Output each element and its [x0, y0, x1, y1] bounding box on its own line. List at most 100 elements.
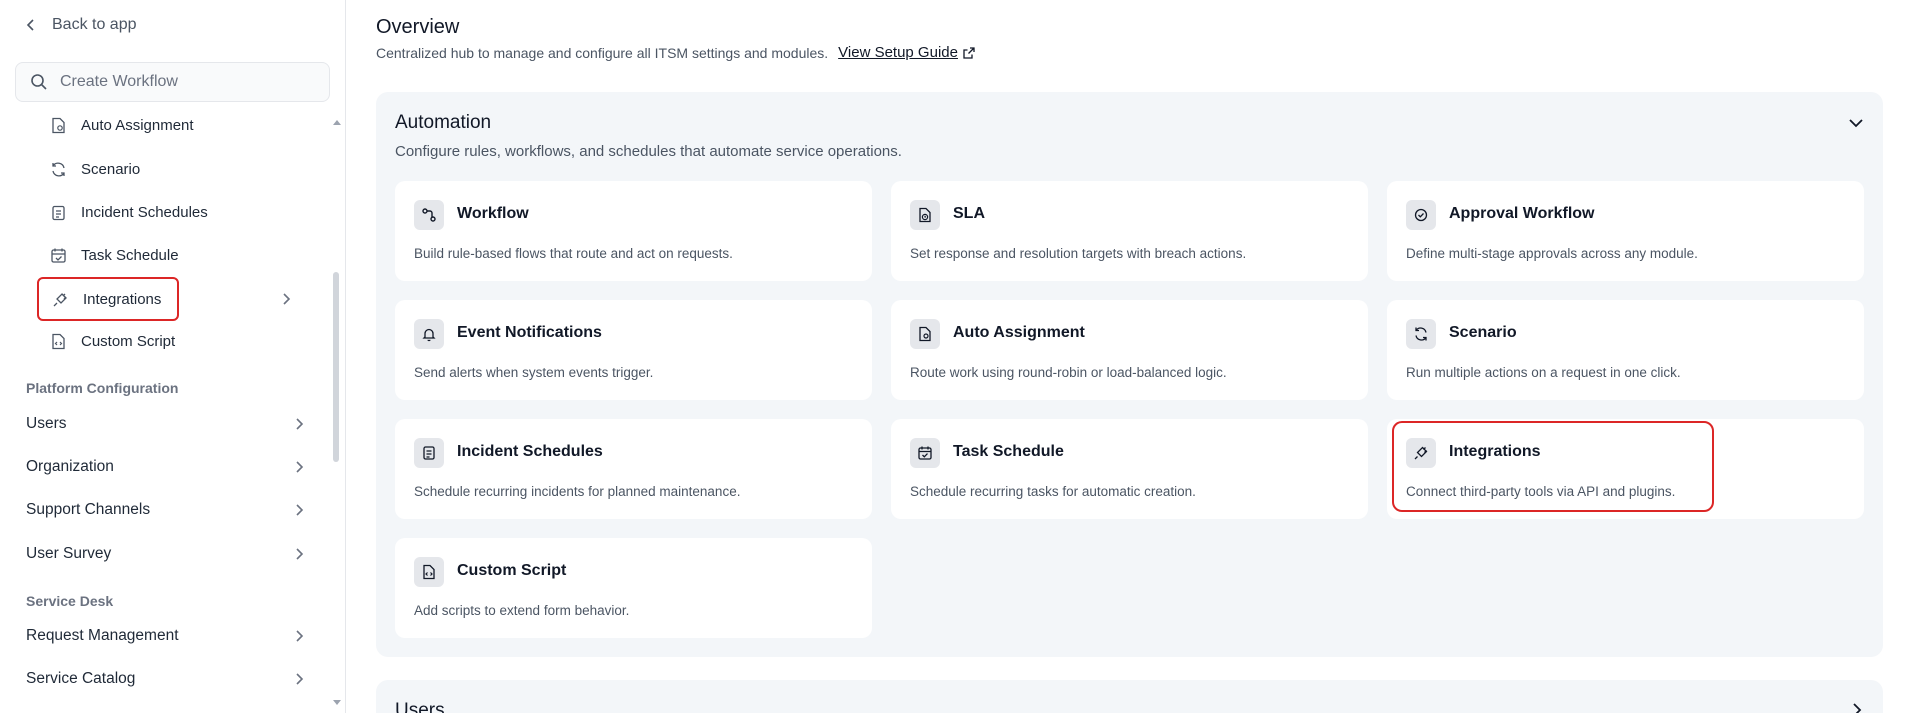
- clipboard-icon: [414, 438, 444, 468]
- card-title: Event Notifications: [457, 324, 602, 341]
- card-task-schedule[interactable]: Task Schedule Schedule recurring tasks f…: [891, 419, 1368, 519]
- users-panel[interactable]: Users: [376, 680, 1883, 713]
- plug-icon: [53, 292, 67, 306]
- card-workflow[interactable]: Workflow Build rule-based flows that rou…: [395, 181, 872, 281]
- chevron-right-icon: [296, 461, 304, 473]
- card-custom-script[interactable]: Custom Script Add scripts to extend form…: [395, 538, 872, 638]
- file-gear-icon: [52, 117, 65, 133]
- main-content: Overview Centralized hub to manage and c…: [347, 0, 1912, 713]
- back-label: Back to app: [52, 16, 137, 33]
- file-code-icon: [414, 557, 444, 587]
- sidebar-item-label: Scenario: [81, 160, 141, 178]
- card-description: Connect third-party tools via API and pl…: [1406, 484, 1676, 499]
- chevron-left-icon: [26, 19, 34, 31]
- sidebar-item-label: Support Channels: [26, 501, 151, 518]
- search-input[interactable]: [60, 73, 310, 91]
- search-box[interactable]: [15, 62, 330, 102]
- card-title: Approval Workflow: [1449, 205, 1595, 222]
- calendar-check-icon: [51, 248, 66, 263]
- sidebar: Back to app Auto Assignment Scenario Inc…: [0, 0, 346, 713]
- sidebar-item-label: Integrations: [83, 290, 162, 308]
- page-subtitle-row: Centralized hub to manage and configure …: [376, 44, 976, 61]
- search-icon: [31, 74, 47, 90]
- card-description: Send alerts when system events trigger.: [414, 365, 654, 380]
- sidebar-item-scenario[interactable]: Scenario: [50, 153, 140, 185]
- sidebar-item-task-schedule[interactable]: Task Schedule: [50, 239, 179, 271]
- sidebar-item-user-survey[interactable]: User Survey: [26, 537, 306, 571]
- sidebar-scrollbar[interactable]: [333, 272, 339, 462]
- calendar-check-icon: [910, 438, 940, 468]
- card-title: Incident Schedules: [457, 443, 603, 460]
- sidebar-item-incident-schedules[interactable]: Incident Schedules: [50, 196, 208, 228]
- card-scenario[interactable]: Scenario Run multiple actions on a reque…: [1387, 300, 1864, 400]
- chevron-right-icon: [296, 504, 304, 516]
- sidebar-item-organization[interactable]: Organization: [26, 450, 306, 484]
- scroll-down-arrow[interactable]: [333, 700, 341, 705]
- sidebar-item-request-management[interactable]: Request Management: [26, 619, 306, 653]
- sidebar-item-label: Service Catalog: [26, 670, 136, 687]
- bell-icon: [414, 319, 444, 349]
- sidebar-item-custom-script[interactable]: Custom Script: [50, 325, 175, 357]
- card-title: SLA: [953, 205, 985, 222]
- workflow-icon: [414, 200, 444, 230]
- chevron-right-icon[interactable]: [279, 292, 293, 306]
- card-sla[interactable]: SLA Set response and resolution targets …: [891, 181, 1368, 281]
- sidebar-item-label: Request Management: [26, 627, 179, 644]
- setup-guide-label: View Setup Guide: [838, 44, 958, 61]
- section-label-platform: Platform Configuration: [26, 380, 179, 396]
- card-title: Auto Assignment: [953, 324, 1085, 341]
- page-title: Overview: [376, 16, 460, 38]
- card-integrations[interactable]: Integrations Connect third-party tools v…: [1387, 419, 1864, 519]
- card-description: Schedule recurring incidents for planned…: [414, 484, 741, 499]
- automation-title: Automation: [395, 112, 492, 133]
- card-incident-schedules[interactable]: Incident Schedules Schedule recurring in…: [395, 419, 872, 519]
- chevron-right-icon: [296, 418, 304, 430]
- chevron-right-icon[interactable]: [1849, 702, 1865, 713]
- clipboard-icon: [52, 205, 65, 220]
- automation-panel: Automation Configure rules, workflows, a…: [376, 92, 1883, 657]
- card-description: Run multiple actions on a request in one…: [1406, 365, 1681, 380]
- card-title: Custom Script: [457, 562, 567, 579]
- card-title: Workflow: [457, 205, 529, 222]
- sidebar-item-label: Users: [26, 415, 67, 432]
- sidebar-item-users[interactable]: Users: [26, 407, 306, 441]
- refresh-icon: [1406, 319, 1436, 349]
- card-auto-assignment[interactable]: Auto Assignment Route work using round-r…: [891, 300, 1368, 400]
- file-clock-icon: [910, 200, 940, 230]
- plug-icon: [1406, 438, 1436, 468]
- back-to-app-link[interactable]: Back to app: [24, 16, 137, 34]
- card-title: Task Schedule: [953, 443, 1064, 460]
- sidebar-item-label: Task Schedule: [81, 246, 179, 264]
- sidebar-item-integrations[interactable]: Integrations: [37, 277, 179, 321]
- card-description: Route work using round-robin or load-bal…: [910, 365, 1227, 380]
- sidebar-item-label: User Survey: [26, 545, 112, 562]
- page-subtitle: Centralized hub to manage and configure …: [376, 44, 829, 61]
- check-circle-icon: [1406, 200, 1436, 230]
- sidebar-item-service-catalog[interactable]: Service Catalog: [26, 662, 306, 696]
- sidebar-item-support-channels[interactable]: Support Channels: [26, 493, 306, 527]
- sidebar-item-label: Organization: [26, 458, 114, 475]
- automation-subtitle: Configure rules, workflows, and schedule…: [395, 143, 902, 160]
- chevron-down-icon[interactable]: [1847, 114, 1865, 132]
- card-event-notifications[interactable]: Event Notifications Send alerts when sys…: [395, 300, 872, 400]
- scroll-up-arrow[interactable]: [333, 120, 341, 125]
- file-gear-icon: [910, 319, 940, 349]
- sidebar-item-label: Custom Script: [81, 332, 176, 350]
- card-title: Integrations: [1449, 443, 1541, 460]
- users-section-title: Users: [395, 700, 445, 713]
- card-title: Scenario: [1449, 324, 1517, 341]
- refresh-icon: [52, 162, 65, 176]
- card-description: Schedule recurring tasks for automatic c…: [910, 484, 1196, 499]
- sidebar-item-auto-assignment[interactable]: Auto Assignment: [50, 109, 194, 141]
- card-approval-workflow[interactable]: Approval Workflow Define multi-stage app…: [1387, 181, 1864, 281]
- card-description: Add scripts to extend form behavior.: [414, 603, 630, 618]
- card-description: Define multi-stage approvals across any …: [1406, 246, 1698, 261]
- setup-guide-link[interactable]: View Setup Guide: [838, 44, 976, 61]
- chevron-right-icon: [296, 630, 304, 642]
- chevron-right-icon: [296, 673, 304, 685]
- card-description: Build rule-based flows that route and ac…: [414, 246, 733, 261]
- sidebar-item-label: Auto Assignment: [81, 116, 194, 134]
- card-description: Set response and resolution targets with…: [910, 246, 1247, 261]
- external-link-icon: [963, 46, 975, 59]
- chevron-right-icon: [296, 548, 304, 560]
